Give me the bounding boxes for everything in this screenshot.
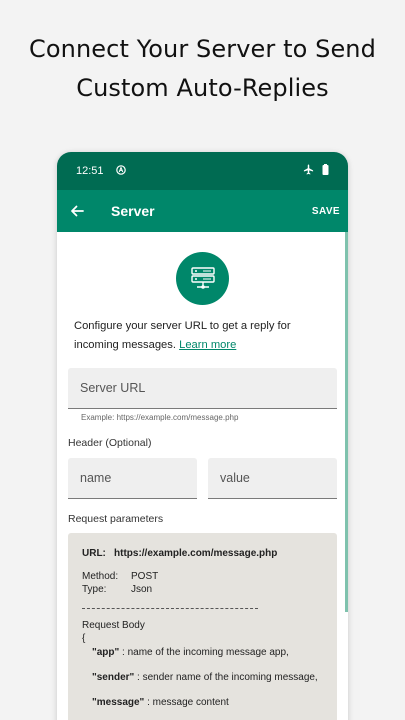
app-param: "app" : name of the incoming message app…: [82, 646, 323, 659]
promo-line-1: Connect Your Server to Send: [29, 35, 376, 63]
type-key: Type:: [82, 584, 107, 595]
server-settings-content[interactable]: Configure your server URL to get a reply…: [57, 232, 348, 720]
request-params-box: URL: https://example.com/message.php Met…: [68, 533, 337, 720]
learn-more-link[interactable]: Learn more: [179, 339, 236, 351]
airplane-icon: [303, 164, 314, 178]
intro-description: Configure your server URL to get a reply…: [74, 317, 334, 355]
sender-desc: : sender name of the incoming message,: [134, 672, 318, 683]
status-bar: 12:51: [57, 152, 348, 190]
scrollbar[interactable]: [345, 232, 348, 612]
method-row: Method: POST: [82, 570, 323, 583]
url-key: URL:: [82, 548, 106, 559]
body-title: Request Body: [82, 620, 145, 631]
sender-key: "sender": [92, 672, 135, 683]
header-label: Header (Optional): [68, 437, 152, 449]
server-url-helper: Example: https://example.com/message.php: [81, 413, 239, 422]
open-brace: {: [82, 633, 86, 644]
app-desc: : name of the incoming message app,: [119, 647, 289, 658]
app-bar: Server SAVE: [57, 190, 348, 232]
sender-param: "sender" : sender name of the incoming m…: [82, 671, 323, 684]
url-value: https://example.com/message.php: [114, 548, 278, 559]
promo-headline: Connect Your Server to Send Custom Auto-…: [0, 30, 405, 108]
server-url-field[interactable]: Server URL: [68, 368, 337, 409]
type-row: Type: Json: [82, 583, 323, 596]
message-key: "message": [92, 697, 145, 708]
header-name-field[interactable]: name: [68, 458, 197, 499]
request-params-label: Request parameters: [68, 513, 164, 525]
message-param: "message" : message content: [82, 696, 323, 709]
server-icon: [176, 252, 229, 305]
url-row: URL: https://example.com/message.php: [82, 547, 323, 560]
page-title: Server: [111, 203, 155, 219]
arrow-left-icon[interactable]: [69, 201, 89, 221]
header-value-field[interactable]: value: [208, 458, 337, 499]
header-value-placeholder: value: [220, 471, 250, 485]
status-time: 12:51: [76, 165, 104, 177]
status-icons: [303, 164, 329, 178]
save-button[interactable]: SAVE: [312, 206, 340, 217]
promo-line-2: Custom Auto-Replies: [76, 74, 329, 102]
divider: [82, 608, 258, 609]
header-name-placeholder: name: [80, 471, 112, 485]
phone-frame: 12:51 Server SAVE Configure your server …: [57, 152, 348, 720]
method-value: POST: [131, 571, 159, 582]
app-key: "app": [92, 647, 120, 658]
server-url-placeholder: Server URL: [80, 381, 146, 395]
type-value: Json: [131, 584, 153, 595]
automation-icon: [115, 164, 126, 178]
battery-icon: [322, 164, 329, 178]
message-desc: : message content: [144, 697, 229, 708]
method-key: Method:: [82, 571, 119, 582]
